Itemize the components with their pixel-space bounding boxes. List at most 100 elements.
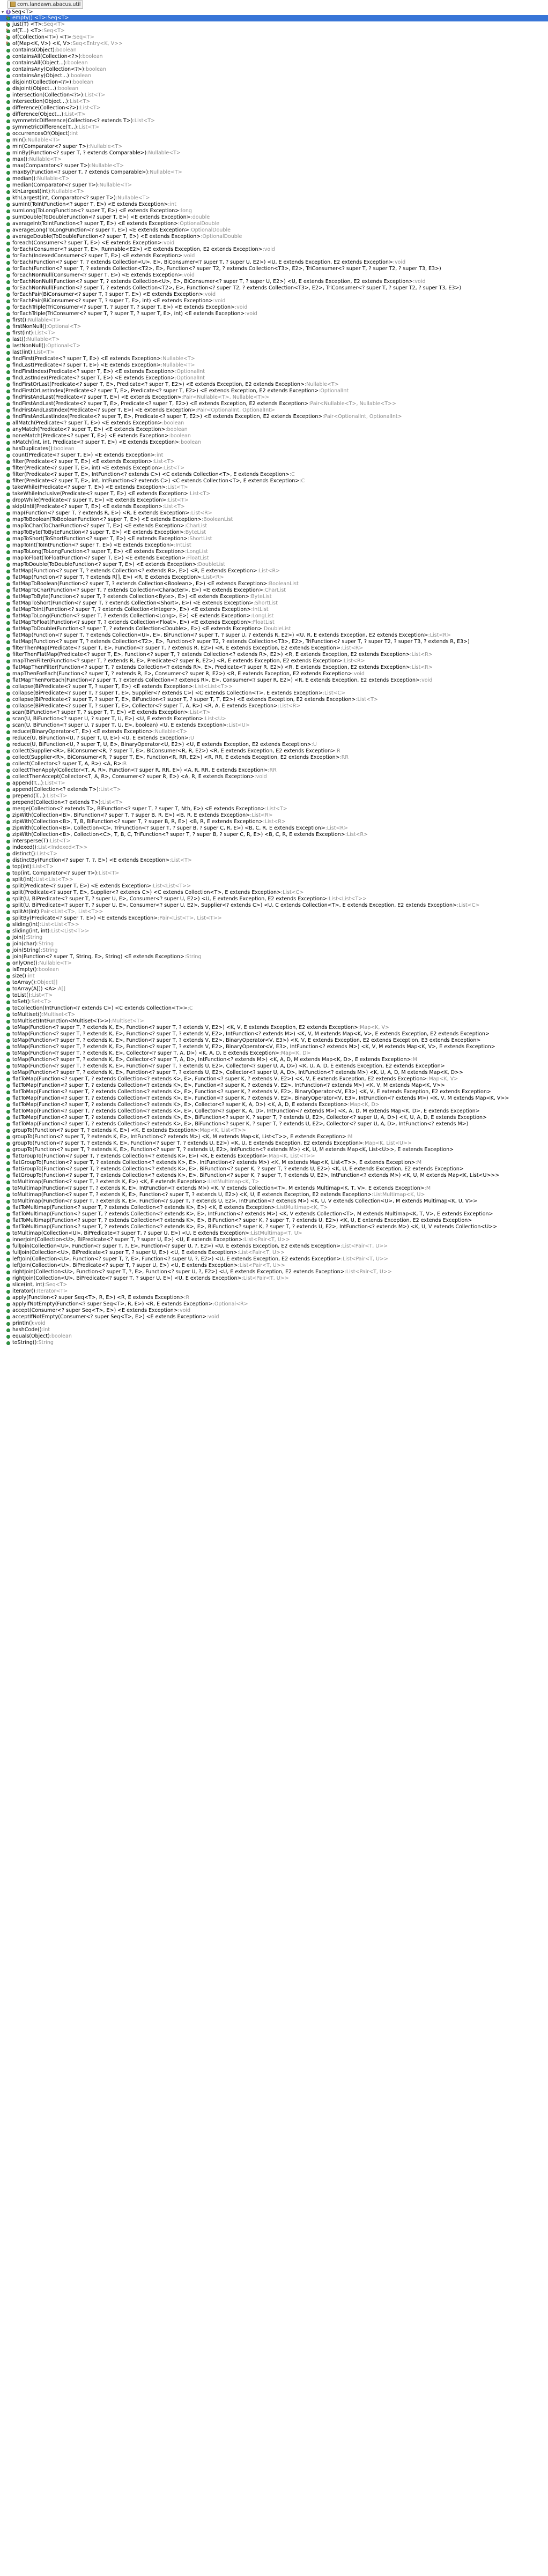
member-item[interactable]: zipWith(Collection<B>, BiFunction<? supe…	[0, 812, 548, 819]
member-item[interactable]: onlyOne() : Nullable<T>	[0, 960, 548, 967]
member-item[interactable]: kthLargest(int, Comparator<? super T>) :…	[0, 195, 548, 201]
member-item[interactable]: groupTo(Function<? super T, ? extends K,…	[0, 1128, 548, 1134]
member-item[interactable]: flatToMultimap(Function<? super T, ? ext…	[0, 1211, 548, 1218]
member-item[interactable]: toMultimap(Function<? super T, ? extends…	[0, 1198, 548, 1205]
member-item[interactable]: forEach(IndexedConsumer<? super T, E>) <…	[0, 253, 548, 259]
member-item[interactable]: just(T) <T> : Seq<T>	[0, 21, 548, 28]
member-item[interactable]: join(String) : String	[0, 947, 548, 954]
member-item[interactable]: distinctBy(Function<? super T, ?, E>) <E…	[0, 857, 548, 864]
member-item[interactable]: intersection(Object...) : List<T>	[0, 99, 548, 105]
collapse-arrow-icon[interactable]: ▾	[0, 10, 5, 14]
member-item[interactable]: of(Map<K, V>) <K, V> : Seq<Entry<K, V>>	[0, 41, 548, 47]
member-item[interactable]: min(Comparator<? super T>) : Nullable<T>	[0, 144, 548, 150]
member-item[interactable]: leftJoin(Collection<U>, Function<? super…	[0, 1256, 548, 1263]
member-item[interactable]: disjoint(Collection<?>) : boolean	[0, 79, 548, 86]
member-item[interactable]: occurrencesOf(Object) : int	[0, 131, 548, 137]
member-item[interactable]: findFirstAndLast(Predicate<? super T, E>…	[0, 394, 548, 401]
member-item[interactable]: of(T...) <T> : Seq<T>	[0, 28, 548, 34]
member-item[interactable]: distinct() : List<T>	[0, 851, 548, 857]
member-item[interactable]: max() : Nullable<T>	[0, 156, 548, 163]
member-item[interactable]: forEach(Consumer<? super T, E>, Runnable…	[0, 247, 548, 253]
member-item[interactable]: toList() : List<T>	[0, 992, 548, 999]
member-item[interactable]: reduce(BinaryOperator<T, E>) <E extends …	[0, 729, 548, 735]
member-item[interactable]: zipWith(Collection<B>, T, B, BiFunction<…	[0, 819, 548, 825]
member-item[interactable]: max(Comparator<? super T>) : Nullable<T>	[0, 163, 548, 169]
member-item[interactable]: size() : int	[0, 973, 548, 980]
member-item[interactable]: takeWhileInclusive(Predicate<? super T, …	[0, 491, 548, 497]
member-item[interactable]: innerJoin(Collection<U>, BiPredicate<? s…	[0, 1237, 548, 1243]
package-node[interactable]: com.landawn.abacus.util	[0, 0, 548, 9]
member-item[interactable]: toMap(Function<? super T, ? extends K, E…	[0, 1031, 548, 1037]
member-item[interactable]: contains(Object) : boolean	[0, 47, 548, 54]
member-item[interactable]: filterThenFlatMap(Predicate<? super T, E…	[0, 652, 548, 658]
member-item[interactable]: indexed() : List<Indexed<T>>	[0, 845, 548, 851]
member-item[interactable]: top(int) : List<T>	[0, 864, 548, 870]
member-item[interactable]: reduce(U, BiFunction<U, ? super T, U, E>…	[0, 742, 548, 748]
member-item[interactable]: filter(Predicate<? super T, E>) <E exten…	[0, 459, 548, 465]
member-item[interactable]: flatMapToDouble(Function<? super T, ? ex…	[0, 626, 548, 632]
member-item[interactable]: anyMatch(Predicate<? super T, E>) <E ext…	[0, 427, 548, 433]
member-item[interactable]: mapToChar(ToCharFunction<? super T, E>) …	[0, 523, 548, 529]
member-item[interactable]: split(Predicate<? super T, E>, Supplier<…	[0, 890, 548, 896]
member-item[interactable]: averageInt(ToIntFunction<? super T, E>) …	[0, 221, 548, 227]
member-item[interactable]: filter(Predicate<? super T, E>, int) <E …	[0, 465, 548, 472]
member-item[interactable]: containsAny(Object...) : boolean	[0, 73, 548, 79]
member-item[interactable]: println() : void	[0, 1320, 548, 1327]
member-item[interactable]: forEach(Function<? super T, ? extends Co…	[0, 266, 548, 272]
member-item[interactable]: hasDuplicates() : boolean	[0, 446, 548, 452]
member-item[interactable]: mapToBoolean(ToBooleanFunction<? super T…	[0, 517, 548, 523]
member-item[interactable]: toString() : String	[0, 1340, 548, 1346]
member-item[interactable]: join() : String	[0, 935, 548, 941]
member-item[interactable]: collect(Supplier<R>, BiConsumer<R, ? sup…	[0, 755, 548, 761]
member-item[interactable]: toMap(Function<? super T, ? extends K, E…	[0, 1025, 548, 1031]
member-item[interactable]: nMatch(int, int, Predicate<? super T, E>…	[0, 439, 548, 446]
member-item[interactable]: flatMapToBoolean(Function<? super T, ? e…	[0, 581, 548, 587]
member-item[interactable]: difference(Collection<?>) : List<T>	[0, 105, 548, 111]
member-item[interactable]: acceptIfNotEmpty(Consumer<? super Seq<T>…	[0, 1314, 548, 1320]
member-item[interactable]: fullJoin(Collection<U>, BiPredicate<? su…	[0, 1250, 548, 1256]
member-item[interactable]: sumDouble(ToDoubleFunction<? super T, E>…	[0, 214, 548, 221]
member-item[interactable]: flatMap(Function<? super T, ? extends Co…	[0, 632, 548, 639]
member-item[interactable]: flatGroupTo(Function<? super T, ? extend…	[0, 1166, 548, 1173]
member-item[interactable]: mapToShort(ToShortFunction<? super T, E>…	[0, 536, 548, 542]
member-item[interactable]: scan(BiFunction<? super T, ? super T, T,…	[0, 710, 548, 716]
member-item[interactable]: split(U, BiPredicate<? super T, ? super …	[0, 902, 548, 909]
member-item[interactable]: toMap(Function<? super T, ? extends K, E…	[0, 1037, 548, 1044]
member-item[interactable]: filter(Predicate<? super T, E>, int, Int…	[0, 478, 548, 484]
member-item[interactable]: minBy(Function<? super T, ? extends Comp…	[0, 150, 548, 156]
member-item[interactable]: filterThenMap(Predicate<? super T, E>, F…	[0, 645, 548, 652]
member-item[interactable]: flatMapToChar(Function<? super T, ? exte…	[0, 587, 548, 594]
member-item[interactable]: apply(Function<? super Seq<T>, R, E>) <R…	[0, 1295, 548, 1301]
member-item[interactable]: last() : Nullable<T>	[0, 337, 548, 343]
member-item[interactable]: findFirstAndLast(Predicate<? super T, E>…	[0, 401, 548, 407]
member-item[interactable]: flatToMultimap(Function<? super T, ? ext…	[0, 1224, 548, 1230]
member-item[interactable]: flatToMultimap(Function<? super T, ? ext…	[0, 1205, 548, 1211]
member-item[interactable]: toMap(Function<? super T, ? extends K, E…	[0, 1063, 548, 1070]
member-item[interactable]: findFirstAndLastIndex(Predicate<? super …	[0, 414, 548, 420]
member-item[interactable]: map(Function<? super T, ? extends R, E>)…	[0, 510, 548, 517]
member-item[interactable]: foreach(Consumer<? super T, E>) <E exten…	[0, 240, 548, 247]
member-item[interactable]: flatGroupTo(Function<? super T, ? extend…	[0, 1153, 548, 1160]
member-item[interactable]: slice(int, int) : Seq<T>	[0, 1282, 548, 1288]
member-item[interactable]: flatToMap(Function<? super T, ? extends …	[0, 1121, 548, 1128]
member-item[interactable]: toSet() : Set<T>	[0, 999, 548, 1005]
member-item[interactable]: zipWith(Collection<B>, Collection<C>, Tr…	[0, 825, 548, 832]
member-item[interactable]: zipWith(Collection<B>, Collection<C>, T,…	[0, 832, 548, 838]
member-item[interactable]: accept(Consumer<? super Seq<T>, E>) <E e…	[0, 1308, 548, 1314]
member-item[interactable]: sumLong(ToLongFunction<? super T, E>) <E…	[0, 208, 548, 214]
member-item[interactable]: findFirstOrLast(Predicate<? super T, E>,…	[0, 382, 548, 388]
member-item[interactable]: collect(Collector<? super T, A, R>) <A, …	[0, 761, 548, 767]
member-item[interactable]: empty() <T> : Seq<T>	[0, 15, 548, 21]
member-item[interactable]: equals(Object) : boolean	[0, 1333, 548, 1340]
member-item[interactable]: intersection(Collection<?>) : List<T>	[0, 92, 548, 99]
member-item[interactable]: forEachTriple(TriConsumer<? super T, ? s…	[0, 304, 548, 311]
member-item[interactable]: symmetricDifference(Collection<? extends…	[0, 118, 548, 124]
member-item[interactable]: reduce(U, BiFunction<U, ? super T, U, E>…	[0, 735, 548, 742]
member-item[interactable]: collapse(BiPredicate<? super T, ? super …	[0, 684, 548, 690]
member-item[interactable]: flatToMap(Function<? super T, ? extends …	[0, 1115, 548, 1121]
member-item[interactable]: append(T...) : List<T>	[0, 780, 548, 787]
member-item[interactable]: groupTo(Function<? super T, ? extends K,…	[0, 1134, 548, 1140]
member-item[interactable]: rightJoin(Collection<U>, Function<? supe…	[0, 1269, 548, 1275]
member-item[interactable]: flatToMap(Function<? super T, ? extends …	[0, 1102, 548, 1108]
member-item[interactable]: first() : Nullable<T>	[0, 317, 548, 324]
